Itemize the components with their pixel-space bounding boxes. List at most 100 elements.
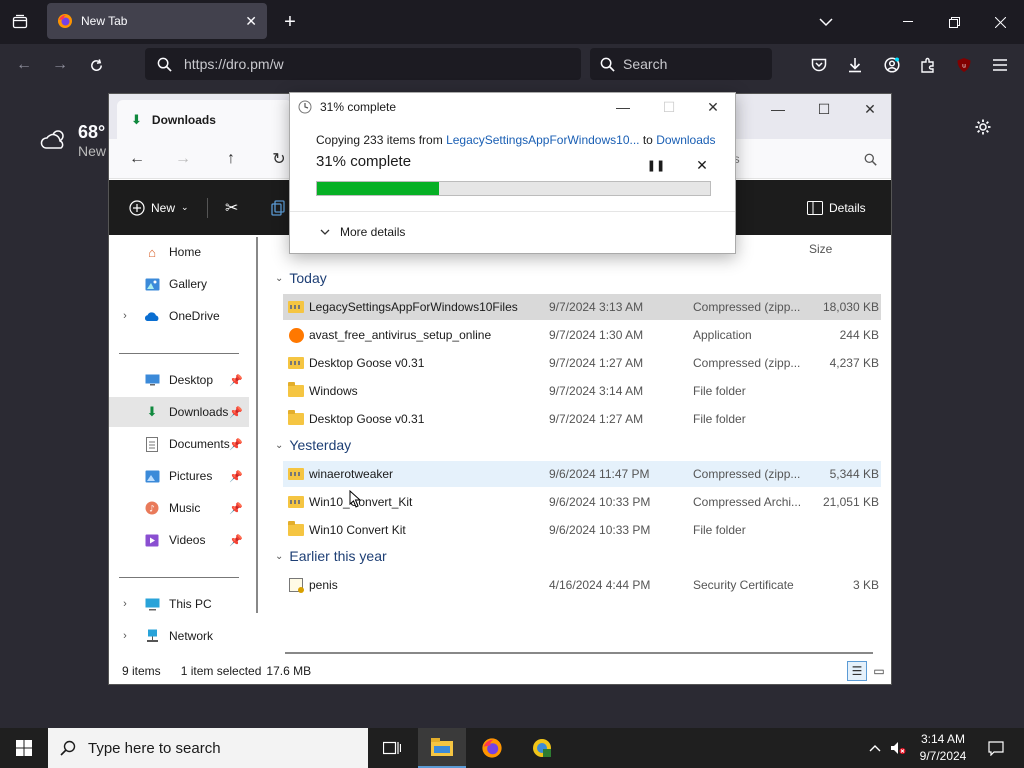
group-header-today[interactable]: ⌄ Today (275, 270, 327, 286)
sidebar-item-gallery[interactable]: Gallery (109, 269, 249, 299)
close-window-icon[interactable]: ✕ (847, 94, 893, 124)
documents-icon (143, 436, 161, 452)
search-bar[interactable]: Search (590, 48, 772, 80)
extensions-icon[interactable] (912, 44, 944, 86)
details-button[interactable]: Details (807, 180, 866, 235)
more-details-button[interactable]: More details (320, 225, 405, 239)
destination-link[interactable]: Downloads (656, 133, 715, 147)
sidebar-divider (119, 577, 239, 578)
copy-icon[interactable] (271, 180, 285, 235)
file-explorer-taskbar-icon[interactable] (418, 728, 466, 768)
large-icons-view-icon[interactable]: ▭ (869, 661, 889, 681)
certificate-icon (287, 577, 305, 593)
app-taskbar-icon[interactable] (518, 728, 566, 768)
url-bar[interactable]: https://dro.pm/w (145, 48, 581, 80)
tab-list-icon[interactable] (4, 2, 36, 42)
ublock-origin-icon[interactable]: u (948, 44, 980, 86)
table-row[interactable]: Desktop Goose v0.31 9/7/2024 1:27 AM Fil… (283, 406, 881, 432)
reload-icon[interactable] (80, 44, 112, 86)
close-tab-icon[interactable]: ✕ (245, 13, 257, 30)
copy-mid: to (639, 133, 657, 147)
menu-icon[interactable] (984, 44, 1016, 86)
weather-widget[interactable]: 68° New (40, 122, 106, 159)
sidebar-item-videos[interactable]: Videos 📌 (109, 525, 249, 555)
sidebar-item-downloads[interactable]: ⬇ Downloads 📌 (109, 397, 249, 427)
maximize-icon[interactable]: ☐ (801, 94, 847, 124)
search-icon (157, 57, 172, 72)
new-tab-button[interactable]: + (274, 2, 306, 42)
svg-text:♪: ♪ (149, 505, 155, 515)
firefox-taskbar-icon[interactable] (468, 728, 516, 768)
task-view-icon[interactable] (368, 728, 416, 768)
sidebar-item-desktop[interactable]: Desktop 📌 (109, 365, 249, 395)
pause-button[interactable]: ❚❚ (647, 157, 665, 173)
forward-arrow-icon[interactable]: → (44, 44, 76, 86)
volume-muted-icon[interactable] (888, 728, 908, 768)
chevron-right-icon[interactable]: › (117, 598, 133, 610)
back-arrow-icon[interactable]: ← (123, 147, 151, 171)
close-window-icon[interactable] (984, 2, 1016, 42)
minimize-icon[interactable] (892, 2, 924, 42)
taskbar-clock[interactable]: 3:14 AM 9/7/2024 (908, 731, 978, 765)
taskbar-search[interactable]: Type here to search (48, 728, 368, 768)
sidebar-item-label: Pictures (169, 469, 213, 483)
table-row[interactable]: LegacySettingsAppForWindows10Files 9/7/2… (283, 294, 881, 320)
table-row[interactable]: Win10 Convert Kit 9/6/2024 10:33 PM File… (283, 517, 881, 543)
sidebar-item-label: Videos (169, 533, 206, 547)
copy-progress-dialog: 31% complete — ☐ ✕ Copying 233 items fro… (289, 92, 736, 254)
sidebar-item-this-pc[interactable]: › This PC (109, 589, 249, 619)
search-icon[interactable] (817, 145, 877, 173)
table-row[interactable]: winaerotweaker 9/6/2024 11:47 PM Compres… (283, 461, 881, 487)
file-size: 21,051 KB (822, 495, 879, 509)
start-button[interactable] (0, 728, 48, 768)
close-dialog-icon[interactable]: ✕ (690, 93, 736, 121)
table-row[interactable]: Win10_Convert_Kit 9/6/2024 10:33 PM Comp… (283, 489, 881, 515)
sidebar-item-pictures[interactable]: Pictures 📌 (109, 461, 249, 491)
minimize-icon[interactable]: — (755, 94, 801, 124)
forward-arrow-icon[interactable]: → (169, 147, 197, 171)
sidebar-item-music[interactable]: ♪ Music 📌 (109, 493, 249, 523)
sidebar-item-network[interactable]: › Network (109, 621, 249, 651)
notifications-icon[interactable] (984, 728, 1008, 768)
column-header-size[interactable]: Size (809, 242, 832, 256)
cut-icon[interactable]: ✂ (225, 180, 238, 235)
downloads-icon: ⬇ (131, 111, 142, 127)
up-arrow-icon[interactable]: ↑ (217, 147, 245, 171)
pocket-icon[interactable] (803, 44, 835, 86)
back-arrow-icon[interactable]: ← (8, 44, 40, 86)
new-button[interactable]: New ⌄ (129, 180, 189, 235)
settings-gear-icon[interactable] (972, 116, 994, 138)
group-label: Yesterday (289, 437, 352, 453)
group-header-earlier-this-year[interactable]: ⌄ Earlier this year (275, 548, 387, 564)
table-row[interactable]: Desktop Goose v0.31 9/7/2024 1:27 AM Com… (283, 350, 881, 376)
restore-icon[interactable] (938, 2, 970, 42)
list-all-tabs-icon[interactable] (810, 2, 842, 42)
explorer-tab-downloads[interactable]: ⬇ Downloads (117, 100, 292, 139)
chevron-right-icon[interactable]: › (117, 310, 133, 322)
file-date: 9/6/2024 11:47 PM (549, 467, 650, 481)
sidebar-item-documents[interactable]: Documents 📌 (109, 429, 249, 459)
file-type: File folder (693, 412, 746, 426)
group-header-yesterday[interactable]: ⌄ Yesterday (275, 437, 351, 453)
chevron-down-icon: ⌄ (275, 272, 284, 284)
account-icon[interactable] (876, 44, 908, 86)
file-type: File folder (693, 384, 746, 398)
chevron-right-icon[interactable]: › (117, 630, 133, 642)
show-hidden-icons-chevron-up-icon[interactable] (864, 728, 886, 768)
sidebar-item-onedrive[interactable]: › OneDrive (109, 301, 249, 331)
table-row[interactable]: penis 4/16/2024 4:44 PM Security Certifi… (283, 572, 881, 598)
videos-icon (143, 532, 161, 548)
details-view-icon[interactable]: ☰ (847, 661, 867, 681)
source-link[interactable]: LegacySettingsAppForWindows10... (446, 133, 639, 147)
table-row[interactable]: avast_free_antivirus_setup_online 9/7/20… (283, 322, 881, 348)
horizontal-scrollbar[interactable] (285, 652, 873, 654)
sidebar-item-label: Home (169, 245, 202, 259)
cancel-button[interactable]: ✕ (694, 157, 710, 173)
minimize-icon[interactable]: — (600, 93, 646, 121)
downloads-icon[interactable] (839, 44, 871, 86)
sidebar-item-home[interactable]: ⌂ Home (109, 237, 249, 267)
tab-new-tab[interactable]: New Tab ✕ (47, 3, 267, 39)
sidebar-scrollbar[interactable] (256, 237, 258, 613)
zip-folder-icon (287, 494, 305, 510)
table-row[interactable]: Windows 9/7/2024 3:14 AM File folder (283, 378, 881, 404)
